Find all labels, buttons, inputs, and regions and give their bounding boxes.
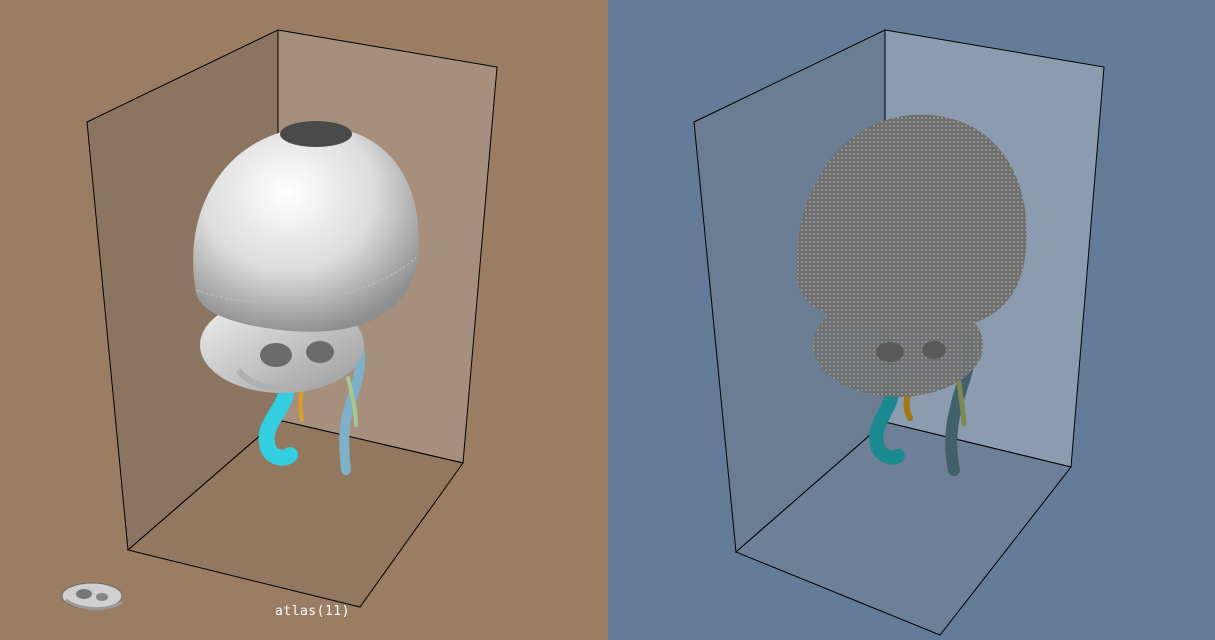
left-3d-viewport[interactable]: atlas(11) <box>0 0 608 640</box>
right-orbit <box>922 341 946 359</box>
left-orbit <box>260 343 292 367</box>
right-3d-viewport[interactable] <box>608 0 1215 640</box>
right-orbit <box>306 341 334 363</box>
surface-scene <box>0 0 608 640</box>
skull-thumbnail-icon[interactable] <box>58 576 128 618</box>
skull-opening <box>280 121 352 147</box>
left-orbit <box>876 342 904 362</box>
atlas-label: atlas(11) <box>275 604 350 619</box>
pointcloud-scene <box>608 0 1215 640</box>
